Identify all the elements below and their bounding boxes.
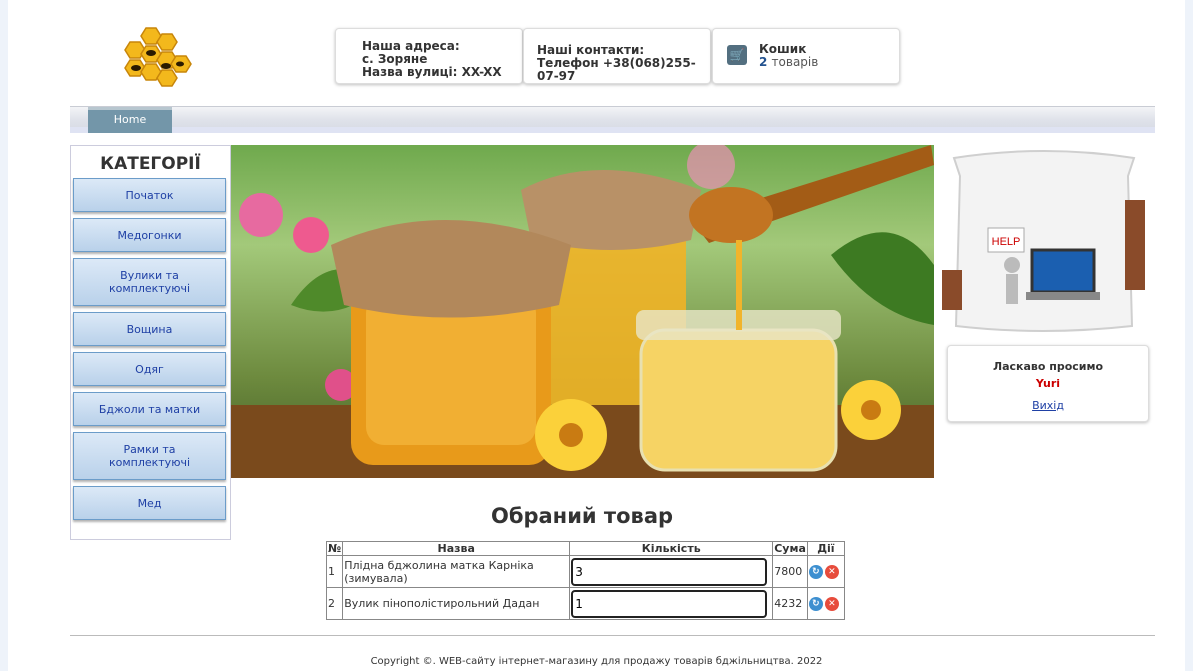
col-number: № <box>325 541 344 556</box>
category-extractors[interactable]: Медогонки <box>73 218 226 252</box>
row-sum: 4232 <box>772 587 808 620</box>
cart-table-header: № Назва Кількість Сума Дії <box>325 541 845 556</box>
col-sum: Сума <box>772 541 808 556</box>
row-product-name: Плідна бджолина матка Карніка (зимувала) <box>342 555 571 588</box>
cart-icon[interactable]: 🛒 <box>727 45 747 65</box>
honey-banner-image <box>231 145 934 478</box>
cart-unit: товарів <box>771 55 819 69</box>
col-actions: Дії <box>806 541 845 556</box>
col-name: Назва <box>342 541 571 556</box>
footer-divider <box>70 635 1155 636</box>
cart-box[interactable]: 🛒 Кошик 2 товарів <box>712 28 900 84</box>
cart-section-title: Обраний товар <box>490 504 674 528</box>
refresh-icon[interactable]: ↻ <box>808 564 823 579</box>
nav-home-tab[interactable]: Home <box>88 107 172 133</box>
nav-bar: Home <box>70 106 1155 133</box>
quantity-input[interactable] <box>571 557 768 586</box>
nav-strip <box>70 127 1155 133</box>
table-row: 2 Вулик пінополістирольний Дадан 4232 ↻✕ <box>325 587 845 620</box>
quantity-input[interactable] <box>571 589 768 618</box>
row-number: 1 <box>325 555 344 588</box>
categories-title: КАТЕГОРІЇ <box>100 154 201 174</box>
welcome-box: Ласкаво просимо Yuri Вихід <box>947 345 1149 422</box>
footer-copyright: Copyright ©. WEB-сайту інтернет-магазину… <box>370 656 823 667</box>
address-street: Назва вулиці: XX-XX <box>362 65 502 79</box>
delete-icon[interactable]: ✕ <box>824 596 839 611</box>
category-bees-queens[interactable]: Бджоли та матки <box>73 392 226 426</box>
category-start[interactable]: Початок <box>73 178 226 212</box>
table-row: 1 Плідна бджолина матка Карніка (зимувал… <box>325 555 845 588</box>
row-number: 2 <box>325 587 344 620</box>
row-quantity-cell <box>569 555 774 588</box>
category-hives[interactable]: Вулики та комплектуючі <box>73 258 226 306</box>
address-box: Наша адреса: с. Зоряне Назва вулиці: XX-… <box>335 28 523 84</box>
refresh-icon[interactable]: ↻ <box>808 596 823 611</box>
categories-panel: КАТЕГОРІЇ Початок Медогонки Вулики та ко… <box>70 145 231 540</box>
category-honey[interactable]: Мед <box>73 486 226 520</box>
cart-count: 2 <box>759 55 768 69</box>
bee-logo-icon[interactable] <box>120 26 192 92</box>
honey-jars-illustration <box>231 145 934 478</box>
category-frames[interactable]: Рамки та комплектуючі <box>73 432 226 480</box>
contacts-phone: Телефон +38(068)255-07-97 <box>537 56 696 83</box>
category-foundation[interactable]: Вощина <box>73 312 226 346</box>
help-sign: HELP <box>987 227 1025 253</box>
cart-table: № Назва Кількість Сума Дії 1 Плідна бджо… <box>325 541 845 620</box>
row-actions: ↻ ✕ <box>806 555 845 588</box>
row-actions: ↻ ✕ <box>806 587 845 620</box>
category-clothing[interactable]: Одяг <box>73 352 226 386</box>
row-quantity-cell <box>569 587 774 620</box>
svg-text:HELP: HELP <box>992 236 1021 248</box>
col-quantity: Кількість <box>569 541 774 556</box>
delete-icon[interactable]: ✕ <box>824 564 839 579</box>
logout-link[interactable]: Вихід <box>948 399 1148 412</box>
row-sum: 7800 <box>772 555 808 588</box>
help-illustration: HELP <box>942 150 1145 332</box>
welcome-username: Yuri <box>1035 377 1061 390</box>
row-product-name: Вулик пінополістирольний Дадан <box>342 587 571 620</box>
contacts-box: Наші контакти: Телефон +38(068)255-07-97 <box>523 28 711 84</box>
welcome-greeting: Ласкаво просимо <box>992 360 1104 373</box>
